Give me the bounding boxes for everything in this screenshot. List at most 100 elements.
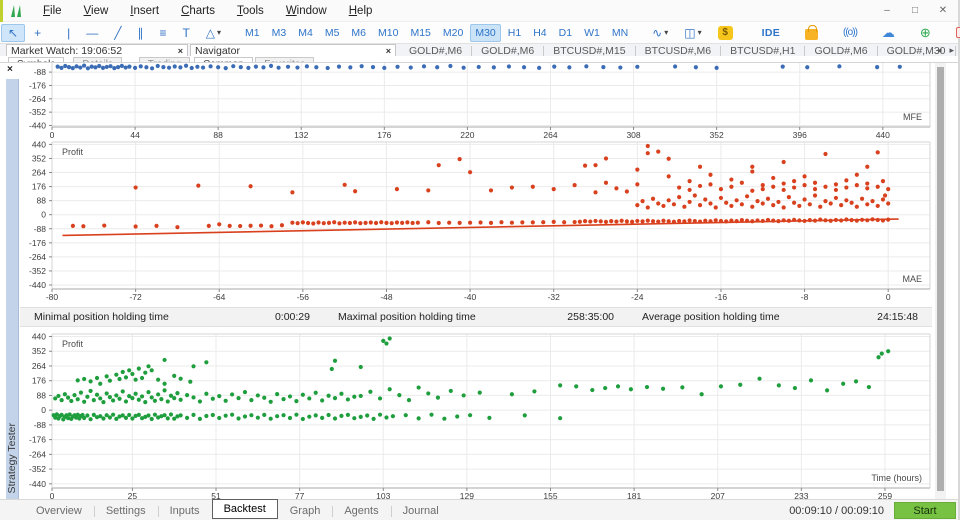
chart-type-group: ∿ ▾ ◫ ▾ $ xyxy=(644,24,740,42)
menu-item-view[interactable]: View xyxy=(73,2,120,20)
trendline-tool-icon[interactable]: ╱ xyxy=(107,24,128,42)
timeframe-m15[interactable]: M15 xyxy=(405,24,435,42)
timeframe-m3[interactable]: M3 xyxy=(267,24,292,42)
market-bag-icon[interactable] xyxy=(798,24,825,42)
tester-tab-inputs[interactable]: Inputs xyxy=(157,502,212,520)
timeframe-h1[interactable]: H1 xyxy=(503,24,526,42)
tester-tab-bar: Overview Settings Inputs Backtest Graph Agent… xyxy=(0,499,958,520)
channel-tool-icon[interactable]: ∥ xyxy=(130,24,150,42)
services-group: IDE ((o)) ☁ ⊕ xyxy=(751,24,942,42)
timeframe-m10[interactable]: M10 xyxy=(373,24,403,42)
timeframe-w1[interactable]: W1 xyxy=(579,24,605,42)
svg-text:88: 88 xyxy=(37,196,47,206)
chart-tab-2[interactable]: BTCUSD#,M15 xyxy=(544,45,634,57)
svg-text:-80: -80 xyxy=(46,292,59,302)
svg-text:-88: -88 xyxy=(34,224,47,234)
menu-item-help[interactable]: Help xyxy=(338,2,384,20)
timeframe-d1[interactable]: D1 xyxy=(554,24,577,42)
shapes-tool-icon-dropdown-icon[interactable]: ▾ xyxy=(217,26,221,40)
menu-item-tools[interactable]: Tools xyxy=(226,2,275,20)
start-button[interactable]: Start xyxy=(894,502,956,519)
chart-tab-7[interactable]: GOLD#,M30 xyxy=(956,45,960,57)
shapes-tool-icon[interactable]: △ ▾ xyxy=(199,24,228,42)
text-tool-icon[interactable]: T xyxy=(175,24,196,42)
tester-tab-agents[interactable]: Agents xyxy=(332,502,390,520)
scrollbar-thumb[interactable] xyxy=(937,67,944,491)
line-chart-icon[interactable]: ∿ ▾ xyxy=(645,24,675,42)
vertical-line-tool-icon[interactable]: | xyxy=(60,24,77,42)
menu-item-charts[interactable]: Charts xyxy=(170,2,226,20)
chart-tab-4[interactable]: BTCUSD#,H1 xyxy=(721,45,804,57)
stat-label: Average position holding time xyxy=(642,311,780,323)
vertical-scrollbar[interactable] xyxy=(935,63,946,499)
mae-scatter-chart: -80 -72 -64 -56 -48 -40 -32 -24 -16 -8 04403522641… xyxy=(29,141,931,302)
ide-button[interactable]: IDE xyxy=(755,24,787,42)
chart-tab-1[interactable]: GOLD#,M6 xyxy=(472,45,543,57)
svg-text:-64: -64 xyxy=(213,292,226,302)
chart-tab-3[interactable]: BTCUSD#,M6 xyxy=(636,45,721,57)
timeframe-m5[interactable]: M5 xyxy=(320,24,345,42)
cursor-tool-icon[interactable]: ↖ xyxy=(1,23,26,42)
tester-close-icon[interactable]: × xyxy=(7,65,13,75)
window-close-button[interactable]: ✕ xyxy=(936,5,950,16)
mae-corner-label: MAE xyxy=(902,274,922,284)
horizontal-line-tool-icon[interactable]: — xyxy=(79,24,105,42)
line-chart-icon-dropdown-icon[interactable]: ▾ xyxy=(664,26,668,40)
chart-tabs-prev-icon[interactable]: ◂ xyxy=(937,45,942,56)
dollar-icon[interactable]: $ xyxy=(711,24,740,42)
fibonacci-tool-icon[interactable]: ≡ xyxy=(152,24,173,42)
svg-text:-32: -32 xyxy=(548,292,561,302)
svg-text:-88: -88 xyxy=(34,420,47,430)
svg-text:0: 0 xyxy=(50,130,55,140)
svg-text:308: 308 xyxy=(626,130,640,140)
tester-tab-journal[interactable]: Journal xyxy=(390,502,451,520)
chart-tabs-next-icon[interactable]: ▸ xyxy=(949,45,954,56)
svg-text:176: 176 xyxy=(32,182,46,192)
timeframe-m4[interactable]: M4 xyxy=(293,24,318,42)
menu-item-file[interactable]: File xyxy=(32,2,73,20)
window-edge-accent xyxy=(0,0,3,22)
window-minimize-button[interactable]: – xyxy=(880,5,894,16)
tester-tab-graph[interactable]: Graph xyxy=(278,502,333,520)
chart-tab-0[interactable]: GOLD#,M6 xyxy=(400,45,471,57)
svg-text:-264: -264 xyxy=(29,94,46,104)
candlestick-chart-icon[interactable]: ◫ ▾ xyxy=(677,24,708,42)
holding-time-stats-bar: Minimal position holding time 0:00:29 Maxi… xyxy=(20,307,932,327)
svg-text:0: 0 xyxy=(41,210,46,220)
svg-text:-264: -264 xyxy=(29,449,46,459)
timeframe-h4[interactable]: H4 xyxy=(528,24,551,42)
window-maximize-button[interactable]: □ xyxy=(908,5,922,16)
holding-time-stat-0: Minimal position holding time 0:00:29 xyxy=(20,311,324,323)
mfe-corner-label: MFE xyxy=(903,112,922,122)
svg-text:352: 352 xyxy=(32,153,46,163)
timeframe-mn[interactable]: MN xyxy=(607,24,633,42)
crosshair-tool-icon[interactable]: + xyxy=(27,24,48,42)
tester-tab-overview[interactable]: Overview xyxy=(24,502,94,520)
navigator-close-icon[interactable]: × xyxy=(380,46,391,56)
community-icon[interactable]: ⊕ xyxy=(913,24,938,42)
svg-text:440: 440 xyxy=(876,130,890,140)
tester-tab-backtest[interactable]: Backtest xyxy=(211,499,278,519)
timeframe-m30[interactable]: M30 xyxy=(470,23,501,42)
svg-text:-352: -352 xyxy=(29,464,46,474)
strategy-tester-panel: × Strategy Tester 0 44 88 132 176 220 264 308 35… xyxy=(0,62,958,520)
tester-tabs: Overview Settings Inputs Backtest Graph Agent… xyxy=(24,499,451,520)
timeframe-m20[interactable]: M20 xyxy=(438,24,468,42)
timeframe-m1[interactable]: M1 xyxy=(240,24,265,42)
strategy-tester-strip[interactable]: Strategy Tester xyxy=(6,79,19,499)
svg-text:176: 176 xyxy=(32,376,46,386)
cloud-icon[interactable]: ☁ xyxy=(875,24,902,42)
stat-value: 24:15:48 xyxy=(877,311,918,323)
signals-icon[interactable]: ((o)) xyxy=(836,24,864,42)
timeframe-m6[interactable]: M6 xyxy=(346,24,371,42)
market-watch-close-icon[interactable]: × xyxy=(172,46,183,56)
candlestick-chart-icon-dropdown-icon[interactable]: ▾ xyxy=(698,26,702,40)
menu-item-window[interactable]: Window xyxy=(275,2,338,20)
svg-text:0: 0 xyxy=(886,292,891,302)
menu-item-insert[interactable]: Insert xyxy=(119,2,170,20)
svg-text:-176: -176 xyxy=(29,238,46,248)
tester-tab-settings[interactable]: Settings xyxy=(93,502,158,520)
algo-trading-button[interactable]: Algo xyxy=(952,27,960,39)
chart-tab-5[interactable]: GOLD#,M6 xyxy=(805,45,876,57)
svg-text:-88: -88 xyxy=(34,67,47,77)
